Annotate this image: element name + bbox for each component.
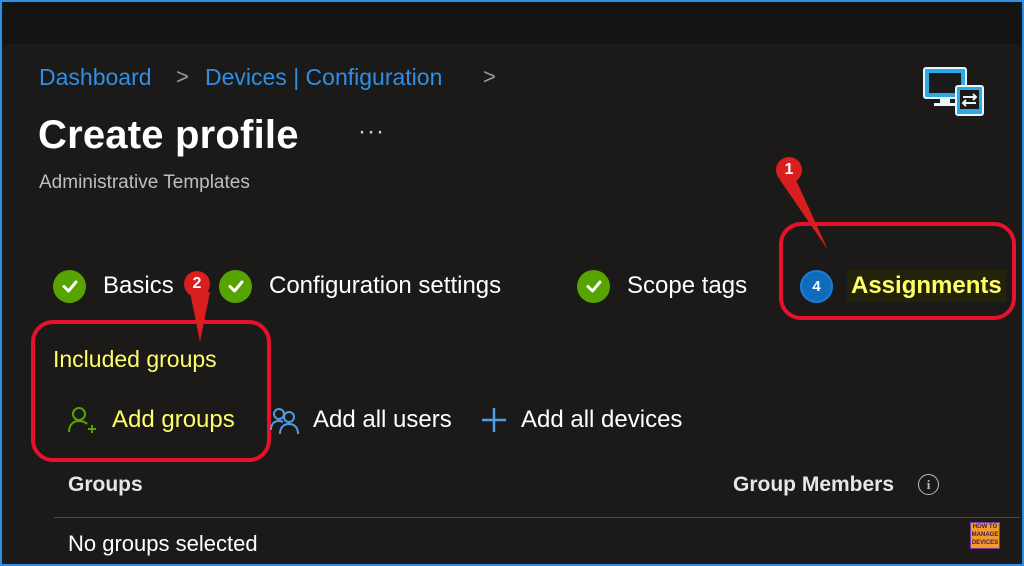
add-all-devices-label: Add all devices [521, 406, 683, 433]
more-options-button[interactable]: ··· [358, 118, 385, 146]
info-icon[interactable]: i [918, 474, 939, 495]
add-group-icon [68, 407, 96, 433]
wizard-step-scope-tags[interactable]: Scope tags [577, 266, 747, 306]
checkmark-icon [219, 269, 252, 303]
add-all-devices-button[interactable]: Add all devices [479, 402, 682, 438]
add-groups-label: Add groups [112, 406, 235, 433]
wizard-step-basics[interactable]: Basics [53, 266, 174, 306]
column-header-groups[interactable]: Groups [68, 473, 143, 497]
page-title: Create profile [38, 113, 299, 157]
breadcrumb-separator: > [483, 64, 496, 89]
wizard-step-label: Basics [103, 272, 174, 299]
add-all-users-button[interactable]: Add all users [269, 402, 452, 438]
empty-state-text: No groups selected [68, 531, 258, 556]
breadcrumb-devices-configuration-link[interactable]: Devices | Configuration [205, 62, 442, 92]
checkmark-icon [53, 269, 86, 303]
table-divider [54, 517, 1020, 518]
annotation-callout-2: 2 [184, 271, 210, 297]
breadcrumb-separator: > [176, 64, 189, 89]
add-groups-button[interactable]: Add groups [68, 402, 235, 438]
add-all-users-label: Add all users [313, 406, 452, 433]
page-subtitle: Administrative Templates [39, 172, 250, 193]
wizard-step-configuration-settings[interactable]: Configuration settings [219, 266, 501, 306]
annotation-callout-1: 1 [776, 157, 802, 183]
users-icon [270, 408, 299, 435]
wizard-step-label: Configuration settings [269, 272, 502, 299]
included-groups-label: Included groups [53, 346, 217, 372]
device-configuration-icon [923, 67, 984, 116]
checkmark-icon [577, 269, 610, 303]
watermark-logo: HOW TO MANAGE DEVICES [970, 522, 1000, 549]
column-header-group-members[interactable]: Group Members [733, 473, 894, 497]
wizard-step-label: Scope tags [627, 272, 748, 299]
breadcrumb-dashboard-link[interactable]: Dashboard [39, 62, 152, 92]
annotation-highlight-included-groups [31, 320, 271, 462]
top-bar [2, 2, 1022, 44]
plus-icon [482, 408, 506, 432]
